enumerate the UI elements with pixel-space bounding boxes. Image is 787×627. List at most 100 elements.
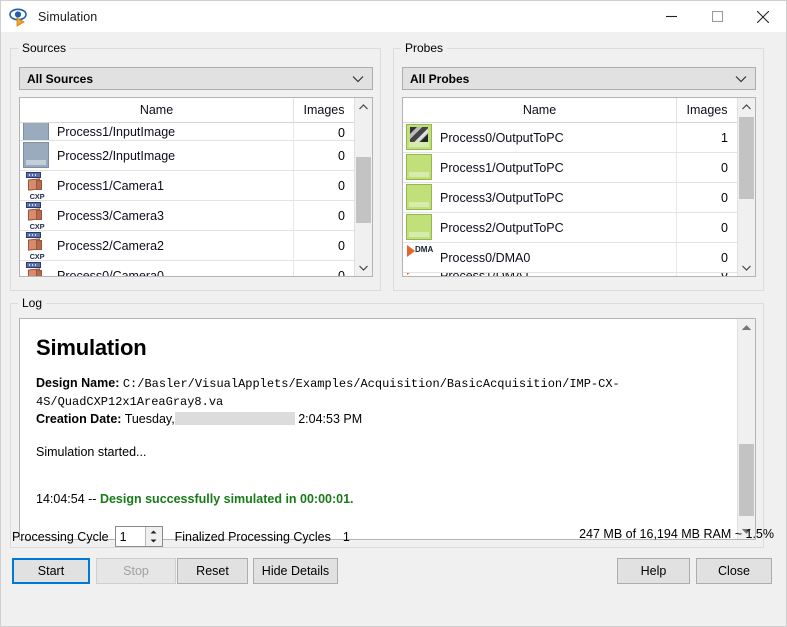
table-row[interactable]: Process2/InputImage 0 xyxy=(20,141,354,171)
log-scrollbar[interactable] xyxy=(737,319,755,539)
log-design-name-value: C:/Basler/VisualApplets/Examples/Acquisi… xyxy=(36,377,620,409)
source-name: Process0/Camera0 xyxy=(57,269,164,277)
scroll-down-icon[interactable] xyxy=(738,259,755,276)
table-row[interactable]: CXP Process3/Camera3 0 xyxy=(20,201,354,231)
probe-image-icon xyxy=(406,214,434,242)
scroll-track[interactable] xyxy=(738,115,755,259)
scroll-down-icon[interactable] xyxy=(355,259,372,276)
table-row[interactable]: CXP Process2/Camera2 0 xyxy=(20,231,354,261)
source-images-count: 0 xyxy=(294,126,354,140)
close-button[interactable]: Close xyxy=(696,558,772,584)
sources-group-label: Sources xyxy=(18,41,70,55)
source-images-count: 0 xyxy=(294,179,354,193)
column-header-images[interactable]: Images xyxy=(677,98,737,122)
stepper-arrows[interactable] xyxy=(145,527,162,546)
probe-images-count: 0 xyxy=(677,221,737,235)
source-name: Process3/Camera3 xyxy=(57,209,164,223)
probe-name: Process1/OutputToPC xyxy=(440,161,564,175)
reset-button[interactable]: Reset xyxy=(177,558,248,584)
log-result-line: 14:04:54 -- Design successfully simulate… xyxy=(36,492,721,506)
cxp-camera-icon: CXP xyxy=(23,262,51,277)
probe-images-count: 0 xyxy=(677,251,737,265)
scroll-thumb[interactable] xyxy=(739,444,754,516)
chevron-down-icon xyxy=(735,72,747,86)
scroll-up-icon[interactable] xyxy=(355,98,372,115)
scroll-track[interactable] xyxy=(738,336,755,522)
close-icon[interactable] xyxy=(740,1,786,32)
dma-icon: DMA xyxy=(406,273,434,276)
probe-images-count: 0 xyxy=(677,161,737,175)
table-row[interactable]: Process1/InputImage 0 xyxy=(20,123,354,141)
log-started-text: Simulation started... xyxy=(36,445,721,459)
table-row[interactable]: Process3/OutputToPC 0 xyxy=(403,183,737,213)
table-row[interactable]: Process1/OutputToPC 0 xyxy=(403,153,737,183)
footer-bar: Processing Cycle Finalized Processing Cy… xyxy=(1,518,786,626)
probes-group: Probes All Probes Name Images xyxy=(393,48,764,291)
probes-table: Name Images Process0/OutputToPC 1 xyxy=(402,97,756,277)
table-row[interactable]: DMA Process1/DMA1 0 xyxy=(403,273,737,276)
stepper-up-icon[interactable] xyxy=(146,527,162,537)
probes-filter-combobox[interactable]: All Probes xyxy=(402,67,756,90)
finalized-cycles-value: 1 xyxy=(343,530,350,544)
title-bar: Simulation xyxy=(1,1,786,32)
log-creation-date-time: 2:04:53 PM xyxy=(298,412,362,426)
stop-button: Stop xyxy=(96,558,176,584)
probes-scrollbar[interactable] xyxy=(737,98,755,276)
dialog-content: Sources All Sources Name Images xyxy=(1,32,786,626)
column-header-name[interactable]: Name xyxy=(20,98,294,122)
table-row[interactable]: DMA Process0/DMA0 0 xyxy=(403,243,737,273)
scroll-up-icon[interactable] xyxy=(738,319,755,336)
help-button[interactable]: Help xyxy=(617,558,690,584)
column-header-name[interactable]: Name xyxy=(403,98,677,122)
finalized-cycles-label: Finalized Processing Cycles xyxy=(175,530,331,544)
processing-cycle-stepper[interactable] xyxy=(115,526,163,547)
sources-scrollbar[interactable] xyxy=(354,98,372,276)
sources-table-header: Name Images xyxy=(20,98,354,123)
sources-filter-combobox[interactable]: All Sources xyxy=(19,67,373,90)
log-creation-date-line: Creation Date: Tuesday, 2:04:53 PM xyxy=(36,411,721,428)
redacted-date-block xyxy=(175,412,295,425)
processing-cycle-row: Processing Cycle Finalized Processing Cy… xyxy=(12,526,350,547)
dma-icon: DMA xyxy=(406,244,434,272)
log-creation-date-prefix: Tuesday, xyxy=(125,412,175,426)
minimize-icon[interactable] xyxy=(648,1,694,32)
probes-rows: Process0/OutputToPC 1 Process1/OutputToP… xyxy=(403,123,737,276)
source-image-icon xyxy=(23,142,51,170)
simulation-window: Simulation Sources All Sources xyxy=(0,0,787,627)
log-design-name-line: Design Name: C:/Basler/VisualApplets/Exa… xyxy=(36,375,721,411)
source-name: Process2/Camera2 xyxy=(57,239,164,253)
table-row[interactable]: CXP Process1/Camera1 0 xyxy=(20,171,354,201)
table-row[interactable]: CXP Process0/Camera0 0 xyxy=(20,261,354,276)
probe-name: Process1/DMA1 xyxy=(440,273,530,276)
stepper-down-icon[interactable] xyxy=(146,537,162,547)
log-group-label: Log xyxy=(18,296,46,310)
hide-details-button[interactable]: Hide Details xyxy=(253,558,338,584)
maximize-icon[interactable] xyxy=(694,1,740,32)
table-row[interactable]: Process0/OutputToPC 1 xyxy=(403,123,737,153)
log-result-text: Design successfully simulated in 00:00:0… xyxy=(100,492,354,506)
scroll-track[interactable] xyxy=(355,115,372,259)
probe-image-icon xyxy=(406,184,434,212)
log-output[interactable]: Simulation Design Name: C:/Basler/Visual… xyxy=(19,318,756,540)
cxp-camera-icon: CXP xyxy=(23,172,51,200)
column-header-images[interactable]: Images xyxy=(294,98,354,122)
processing-cycle-input[interactable] xyxy=(116,529,145,545)
scroll-thumb[interactable] xyxy=(356,157,371,223)
table-row[interactable]: Process2/OutputToPC 0 xyxy=(403,213,737,243)
source-images-count: 0 xyxy=(294,239,354,253)
source-name: Process2/InputImage xyxy=(57,149,175,163)
source-image-icon xyxy=(23,123,51,140)
scroll-up-icon[interactable] xyxy=(738,98,755,115)
log-creation-date-label: Creation Date: xyxy=(36,412,121,426)
chevron-down-icon xyxy=(352,72,364,86)
probe-images-count: 0 xyxy=(677,191,737,205)
window-title: Simulation xyxy=(38,10,97,24)
probe-image-thumbnail-icon xyxy=(406,124,434,152)
scroll-thumb[interactable] xyxy=(739,117,754,199)
log-design-name-label: Design Name: xyxy=(36,376,119,390)
probe-name: Process0/DMA0 xyxy=(440,251,530,265)
source-images-count: 0 xyxy=(294,149,354,163)
simulation-eye-play-icon xyxy=(9,7,31,27)
start-button[interactable]: Start xyxy=(12,558,90,584)
probe-image-icon xyxy=(406,154,434,182)
